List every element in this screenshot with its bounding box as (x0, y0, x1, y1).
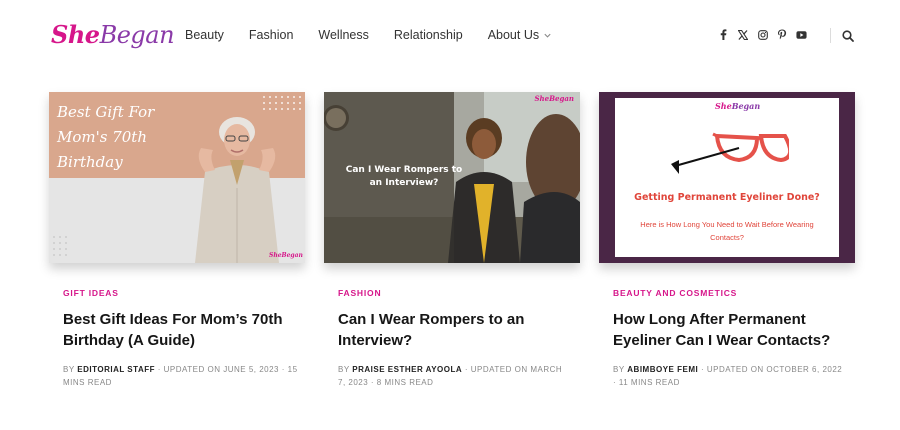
nav-item-label: Relationship (393, 28, 463, 42)
meta-by: BY (63, 365, 75, 374)
chevron-down-icon (543, 31, 552, 40)
main-nav: Beauty Fashion Wellness Relationship Abo… (185, 28, 577, 42)
youtube-icon[interactable] (796, 29, 807, 40)
category-link[interactable]: BEAUTY AND COSMETICS (613, 288, 737, 298)
category-link[interactable]: GIFT IDEAS (63, 288, 119, 298)
article-meta: BY ABIMBOYE FEMI · UPDATED ON OCTOBER 6,… (613, 363, 845, 389)
woman-photo (195, 117, 279, 263)
pinterest-icon[interactable] (777, 29, 788, 40)
author-link[interactable]: PRAISE ESTHER AYOOLA (352, 365, 462, 374)
meta-by: BY (338, 365, 350, 374)
thumbnail-brand: SheBegan (269, 252, 303, 259)
article-card: Best Gift For Mom's 70th Birthday SheBeg… (49, 92, 305, 387)
category-link[interactable]: FASHION (338, 288, 381, 298)
article-title[interactable]: Best Gift Ideas For Mom’s 70th Birthday … (63, 309, 303, 351)
thumbnail-brand: SheBegan (715, 101, 760, 111)
logo-part-she: She (51, 20, 100, 49)
meta-by: BY (613, 365, 625, 374)
decor-dots (53, 236, 67, 256)
social-links (718, 29, 816, 40)
article-card: SheBegan Getting Permanent Eyeliner Done… (599, 92, 855, 387)
nav-item-label: Beauty (185, 28, 224, 42)
nav-item-beauty[interactable]: Beauty (185, 28, 224, 42)
author-link[interactable]: EDITORIAL STAFF (77, 365, 155, 374)
article-title[interactable]: How Long After Permanent Eyeliner Can I … (613, 309, 843, 351)
facebook-icon[interactable] (718, 29, 729, 40)
article-meta: BY EDITORIAL STAFF · UPDATED ON JUNE 5, … (63, 363, 303, 389)
site-header: She Began Beauty Fashion Wellness Relatio… (0, 0, 900, 70)
article-title[interactable]: Can I Wear Rompers to an Interview? (338, 309, 548, 351)
nav-item-fashion[interactable]: Fashion (249, 28, 293, 42)
nav-item-label: Fashion (248, 28, 294, 42)
thumbnail-caption: Best Gift For Mom's 70th Birthday (57, 103, 155, 171)
x-twitter-icon[interactable] (738, 29, 749, 40)
nav-item-wellness[interactable]: Wellness (318, 28, 368, 42)
author-link[interactable]: ABIMBOYE FEMI (627, 365, 698, 374)
article-thumbnail[interactable]: SheBegan Can I Wear Rompers to an Interv… (324, 92, 580, 263)
thumbnail-heading: Getting Permanent Eyeliner Done? (634, 192, 820, 203)
thumbnail-brand: SheBegan (534, 94, 575, 103)
header-divider (830, 28, 831, 43)
thumbnail-caption: Can I Wear Rompers to an Interview? (345, 165, 463, 188)
nav-item-relationship[interactable]: Relationship (394, 28, 463, 42)
site-logo[interactable]: She Began (51, 20, 175, 54)
thumbnail-brand-she: She (715, 101, 732, 111)
article-thumbnail[interactable]: Best Gift For Mom's 70th Birthday SheBeg… (49, 92, 305, 263)
article-meta: BY PRAISE ESTHER AYOOLA · UPDATED ON MAR… (338, 363, 564, 389)
nav-item-label: About Us (487, 28, 540, 42)
glasses-illustration (671, 132, 789, 174)
nav-item-label: Wellness (318, 28, 369, 42)
thumbnail-subheading: Here is How Long You Need to Wait Before… (640, 220, 814, 242)
logo-part-began: Began (99, 21, 175, 49)
article-thumbnail[interactable]: SheBegan Getting Permanent Eyeliner Done… (599, 92, 855, 263)
nav-item-about-us[interactable]: About Us (488, 28, 552, 42)
thumbnail-brand-began: Began (731, 101, 761, 111)
article-card: SheBegan Can I Wear Rompers to an Interv… (324, 92, 580, 387)
instagram-icon[interactable] (757, 29, 768, 40)
search-icon[interactable] (842, 29, 854, 42)
